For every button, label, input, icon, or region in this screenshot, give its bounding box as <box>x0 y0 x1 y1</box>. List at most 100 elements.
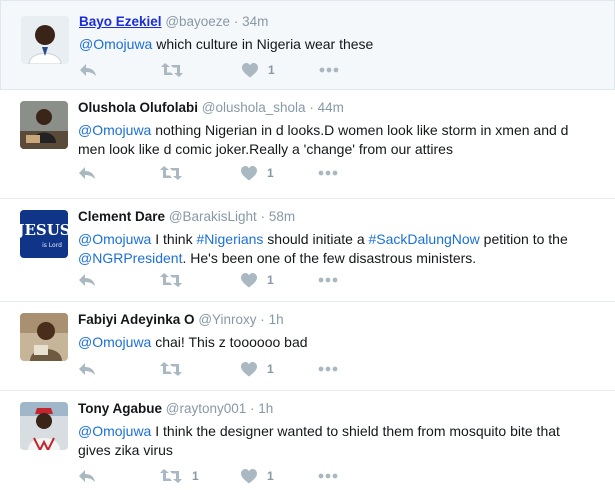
retweet-count: 1 <box>192 469 199 483</box>
tweet-text: @Omojuwa I think #Nigerians should initi… <box>78 230 595 268</box>
mention-link[interactable]: @Omojuwa <box>78 231 151 247</box>
tweet-text-segment: which culture in Nigeria wear these <box>152 36 374 52</box>
author-name[interactable]: Clement Dare <box>78 209 165 224</box>
separator-dot: · <box>260 209 266 224</box>
heart-icon <box>241 361 257 376</box>
author-name[interactable]: Fabiyi Adeyinka O <box>78 312 195 327</box>
separator-dot: · <box>233 14 239 29</box>
more-button[interactable] <box>318 163 338 183</box>
retweet-button[interactable] <box>160 163 192 183</box>
tweet-item[interactable]: Fabiyi Adeyinka O @Yinroxy · 1h @Omojuwa… <box>0 302 615 391</box>
more-button[interactable] <box>318 359 338 379</box>
like-button[interactable]: 1 <box>241 270 274 290</box>
more-button[interactable] <box>318 466 338 486</box>
hashtag-link[interactable]: #Nigerians <box>196 231 263 247</box>
heart-icon <box>241 468 257 483</box>
tweet-feed: Bayo Ezekiel @bayoeze · 34m @Omojuwa whi… <box>0 0 615 490</box>
more-icon <box>319 67 339 73</box>
tweet-item[interactable]: JESUS is Lord Clement Dare @BarakisLight… <box>0 199 615 302</box>
author-name[interactable]: Olushola Olufolabi <box>78 100 198 115</box>
like-button[interactable]: 1 <box>242 60 275 80</box>
more-icon <box>318 366 338 372</box>
more-icon <box>318 473 338 479</box>
tweet-text: @Omojuwa which culture in Nigeria wear t… <box>79 35 594 54</box>
author-handle[interactable]: @raytony001 <box>166 401 247 416</box>
mention-link[interactable]: @Omojuwa <box>78 334 151 350</box>
mention-link[interactable]: @Omojuwa <box>79 36 152 52</box>
like-count: 1 <box>267 362 274 376</box>
avatar-text: JESUS <box>20 221 68 239</box>
author-name[interactable]: Bayo Ezekiel <box>79 14 162 29</box>
tweet-item[interactable]: Olushola Olufolabi @olushola_shola · 44m… <box>0 90 615 199</box>
separator-dot: · <box>309 100 314 115</box>
timestamp[interactable]: 34m <box>242 14 268 29</box>
reply-icon <box>79 470 95 482</box>
tweet-actions: 1 <box>78 359 378 379</box>
reply-button[interactable] <box>78 163 96 183</box>
retweet-icon <box>160 362 182 376</box>
avatar[interactable] <box>20 101 68 149</box>
separator-dot: · <box>250 401 255 416</box>
retweet-button[interactable] <box>160 270 192 290</box>
reply-button[interactable] <box>78 359 96 379</box>
tweet-text: @Omojuwa nothing Nigerian in d looks.D w… <box>78 121 595 159</box>
heart-icon <box>241 165 257 180</box>
tweet-actions: 1 1 <box>78 466 378 486</box>
reply-button[interactable] <box>78 270 96 290</box>
retweet-icon <box>160 166 182 180</box>
timestamp[interactable]: 44m <box>318 100 344 115</box>
author-handle[interactable]: @olushola_shola <box>202 100 306 115</box>
reply-icon <box>79 363 95 375</box>
heart-icon <box>241 272 257 287</box>
reply-button[interactable] <box>79 60 97 80</box>
mention-link[interactable]: @NGRPresident <box>78 250 182 266</box>
more-button[interactable] <box>318 270 338 290</box>
more-icon <box>318 170 338 176</box>
tweet-text-segment: I think <box>151 231 197 247</box>
like-count: 1 <box>267 469 274 483</box>
mention-link[interactable]: @Omojuwa <box>78 122 151 138</box>
reply-icon <box>79 167 95 179</box>
heart-icon <box>242 62 258 77</box>
tweet-text-segment: chai! This z toooooo bad <box>151 334 308 350</box>
tweet-text-segment: . He's been one of the few disastrous mi… <box>182 250 477 266</box>
tweet-text-segment: should initiate a <box>263 231 369 247</box>
retweet-button[interactable] <box>160 359 192 379</box>
tweet-text-segment: nothing Nigerian in d looks.D women look… <box>78 122 569 157</box>
tweet-item[interactable]: Tony Agabue @raytony001 · 1h @Omojuwa I … <box>0 391 615 490</box>
tweet-text-segment: I think the designer wanted to shield th… <box>78 423 560 458</box>
mention-link[interactable]: @Omojuwa <box>78 423 151 439</box>
author-handle[interactable]: @BarakisLight <box>169 209 257 224</box>
tweet-actions: 1 <box>78 270 378 290</box>
retweet-icon <box>160 469 182 483</box>
hashtag-link[interactable]: #SackDalungNow <box>369 231 480 247</box>
like-count: 1 <box>267 166 274 180</box>
avatar[interactable]: JESUS is Lord <box>20 210 68 258</box>
like-button[interactable]: 1 <box>241 466 274 486</box>
more-button[interactable] <box>319 60 339 80</box>
retweet-icon <box>161 63 183 77</box>
retweet-button[interactable]: 1 <box>160 466 199 486</box>
author-handle[interactable]: @Yinroxy <box>198 312 256 327</box>
more-icon <box>318 277 338 283</box>
avatar[interactable] <box>20 313 68 361</box>
timestamp[interactable]: 1h <box>269 312 284 327</box>
like-button[interactable]: 1 <box>241 163 274 183</box>
separator-dot: · <box>260 312 265 327</box>
author-handle[interactable]: @bayoeze <box>165 14 230 29</box>
tweet-actions: 1 <box>79 60 379 80</box>
retweet-button[interactable] <box>161 60 193 80</box>
like-count: 1 <box>267 273 274 287</box>
reply-button[interactable] <box>78 466 96 486</box>
timestamp[interactable]: 1h <box>258 401 273 416</box>
author-name[interactable]: Tony Agabue <box>78 401 162 416</box>
like-button[interactable]: 1 <box>241 359 274 379</box>
avatar[interactable] <box>21 16 69 64</box>
avatar[interactable] <box>20 402 68 450</box>
tweet-actions: 1 <box>78 163 378 183</box>
timestamp[interactable]: 58m <box>269 209 295 224</box>
like-count: 1 <box>268 63 275 77</box>
tweet-item[interactable]: Bayo Ezekiel @bayoeze · 34m @Omojuwa whi… <box>0 0 615 90</box>
tweet-text: @Omojuwa I think the designer wanted to … <box>78 422 595 460</box>
retweet-icon <box>160 273 182 287</box>
